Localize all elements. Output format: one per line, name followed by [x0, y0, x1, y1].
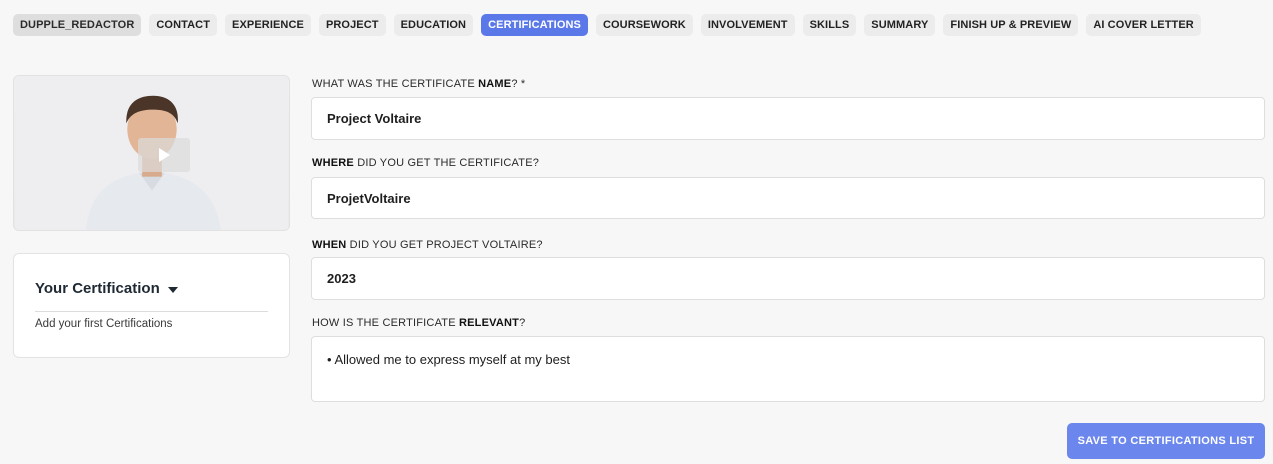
certification-list-card: Your Certification Add your first Certif…	[13, 253, 290, 358]
empty-state-text: Add your first Certifications	[35, 318, 173, 330]
tab-education[interactable]: EDUCATION	[393, 14, 474, 36]
divider	[35, 311, 268, 312]
name-label: WHAT WAS THE CERTIFICATE NAME? *	[312, 78, 526, 90]
tab-experience[interactable]: EXPERIENCE	[225, 14, 311, 36]
tab-involvement[interactable]: INVOLVEMENT	[700, 14, 795, 36]
tab-finish-up-preview[interactable]: FINISH UP & PREVIEW	[943, 14, 1079, 36]
certification-card-title: Your Certification	[35, 280, 160, 297]
tutorial-video[interactable]	[13, 75, 290, 231]
when-label: WHEN DID YOU GET PROJECT VOLTAIRE?	[312, 239, 543, 251]
play-button[interactable]	[138, 138, 190, 172]
tab-certifications[interactable]: CERTIFICATIONS	[481, 14, 588, 36]
play-icon	[158, 148, 170, 162]
tab-ai-cover-letter[interactable]: AI COVER LETTER	[1086, 14, 1201, 36]
certificate-when-input[interactable]: 2023	[311, 257, 1265, 300]
save-to-certifications-button[interactable]: SAVE TO CERTIFICATIONS LIST	[1067, 423, 1265, 459]
caret-down-icon	[167, 286, 178, 293]
tab-summary[interactable]: SUMMARY	[864, 14, 936, 36]
tab-coursework[interactable]: COURSEWORK	[595, 14, 693, 36]
certificate-relevance-textarea[interactable]: • Allowed me to express myself at my bes…	[311, 336, 1265, 402]
tab-skills[interactable]: SKILLS	[802, 14, 857, 36]
certification-dropdown[interactable]: Your Certification	[35, 280, 268, 297]
where-label: WHERE DID YOU GET THE CERTIFICATE?	[312, 157, 540, 169]
certificate-name-input[interactable]: Project Voltaire	[311, 97, 1265, 140]
relevant-label: HOW IS THE CERTIFICATE RELEVANT?	[312, 317, 526, 329]
tab-project[interactable]: PROJECT	[318, 14, 386, 36]
tab-dupple-redactor[interactable]: DUPPLE_REDACTOR	[13, 14, 142, 36]
tab-contact[interactable]: CONTACT	[149, 14, 218, 36]
certificate-where-input[interactable]: ProjetVoltaire	[311, 177, 1265, 219]
section-tabs: DUPPLE_REDACTOR CONTACT EXPERIENCE PROJE…	[13, 14, 1201, 36]
